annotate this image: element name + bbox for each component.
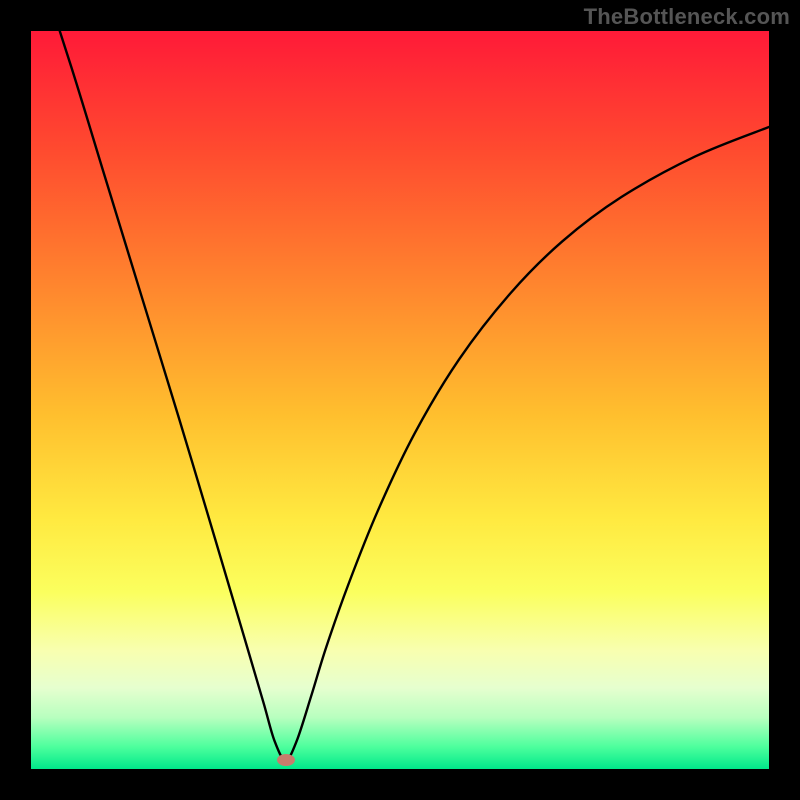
watermark-text: TheBottleneck.com — [584, 4, 790, 30]
chart-frame: TheBottleneck.com — [0, 0, 800, 800]
bottleneck-curve — [31, 31, 769, 760]
minimum-marker — [277, 754, 295, 766]
curve-layer — [31, 31, 769, 769]
plot-area — [31, 31, 769, 769]
